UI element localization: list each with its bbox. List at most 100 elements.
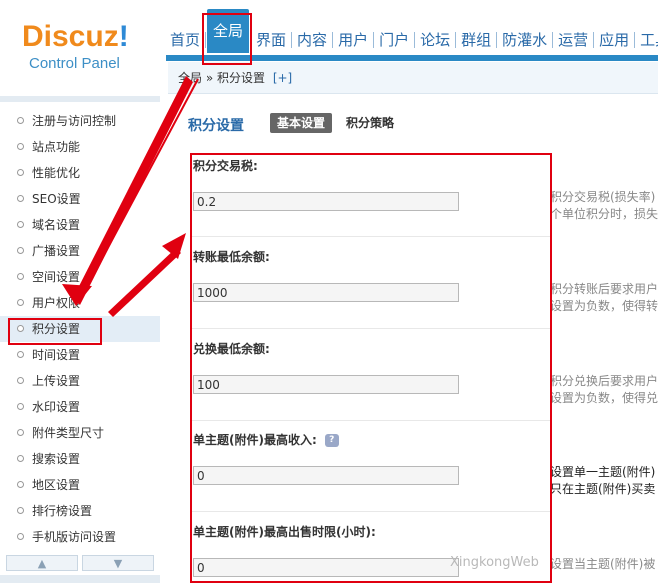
sidebar-item-label: 时间设置 — [32, 348, 81, 362]
sidebar-item[interactable]: 注册与访问控制 — [0, 108, 160, 134]
bullet-icon — [17, 533, 24, 540]
bullet-icon — [17, 481, 24, 488]
logo-subtitle: Control Panel — [29, 55, 120, 72]
header: Discuz! Control Panel 首页 全局 界面 内容 用户 门户 论坛 群组 防灌… — [0, 0, 658, 72]
sidebar-item[interactable]: 手机版访问设置 — [0, 524, 160, 550]
bullet-icon — [17, 507, 24, 514]
sidebar-item-label: 性能优化 — [32, 166, 81, 180]
description-line: 设置为负数，使得兑 — [550, 391, 658, 405]
sidebar-item-label: SEO设置 — [32, 192, 81, 206]
logo-brand: Discuz — [22, 20, 119, 53]
nav-item[interactable]: 群组 — [457, 27, 495, 53]
sidebar-item-label: 水印设置 — [32, 400, 81, 414]
breadcrumb: 全局 » 积分设置 [+] — [168, 62, 658, 94]
sidebar-item-label: 地区设置 — [32, 478, 81, 492]
bullet-icon — [17, 455, 24, 462]
description-line: 积分转账后要求用户 — [550, 282, 658, 296]
sidebar-item[interactable]: 时间设置 — [0, 342, 160, 368]
bullet-icon — [17, 143, 24, 150]
tab-basic-settings[interactable]: 基本设置 — [270, 113, 333, 133]
description-line: 只在主题(附件)买卖 — [550, 482, 656, 496]
sidebar-item[interactable]: 性能优化 — [0, 160, 160, 186]
bullet-icon — [17, 117, 24, 124]
add-shortcut-link[interactable]: [+] — [273, 71, 292, 85]
sidebar-item[interactable]: 站点功能 — [0, 134, 160, 160]
section-title: 积分设置 — [188, 118, 244, 134]
sidebar-item[interactable]: 搜索设置 — [0, 446, 160, 472]
nav-separator — [634, 32, 636, 48]
nav-separator — [455, 32, 457, 48]
nav-item[interactable]: 界面 — [252, 27, 290, 53]
nav-item[interactable]: 工具 — [636, 27, 658, 53]
annotation-box-credit-settings — [8, 318, 102, 345]
bullet-icon — [17, 169, 24, 176]
sidebar-scroll-controls: ▲ ▼ — [6, 555, 154, 573]
sidebar-item-label: 搜索设置 — [32, 452, 81, 466]
nav-item[interactable]: 门户 — [375, 27, 413, 53]
field-description: 积分兑换后要求用户 设置为负数，使得兑 — [550, 373, 658, 407]
nav-separator — [291, 32, 293, 48]
description-line: 设置单一主题(附件) — [550, 465, 656, 479]
field-description: 积分转账后要求用户 设置为负数，使得转 — [550, 281, 658, 315]
description-line: 设置为负数，使得转 — [550, 299, 658, 313]
sidebar-item-label: 注册与访问控制 — [32, 114, 117, 128]
tab-credit-strategy[interactable]: 积分策略 — [346, 113, 394, 133]
sidebar-item-label: 上传设置 — [32, 374, 81, 388]
sidebar-item-label: 空间设置 — [32, 270, 81, 284]
nav-item[interactable]: 运营 — [554, 27, 592, 53]
sidebar-item[interactable]: 广播设置 — [0, 238, 160, 264]
bullet-icon — [17, 221, 24, 228]
sidebar-item-label: 站点功能 — [32, 140, 81, 154]
bullet-icon — [17, 195, 24, 202]
sidebar-top-bar — [0, 96, 160, 102]
description-line: 个单位积分时，损失 — [550, 207, 658, 221]
annotation-box-global-tab — [202, 13, 252, 65]
scroll-down-button[interactable]: ▼ — [82, 555, 154, 571]
field-description: 积分交易税(损失率) 个单位积分时，损失 — [550, 189, 658, 223]
bullet-icon — [17, 299, 24, 306]
nav-item[interactable]: 防灌水 — [498, 27, 551, 53]
sidebar-item[interactable]: 地区设置 — [0, 472, 160, 498]
discuz-logo[interactable]: Discuz! Control Panel — [22, 20, 162, 73]
sidebar-item-label: 广播设置 — [32, 244, 81, 258]
sidebar-item[interactable]: 排行榜设置 — [0, 498, 160, 524]
nav-item[interactable]: 论坛 — [416, 27, 454, 53]
field-description: 设置单一主题(附件) 只在主题(附件)买卖 — [550, 464, 655, 498]
sidebar-item[interactable]: 空间设置 — [0, 264, 160, 290]
nav-item[interactable]: 首页 — [166, 27, 204, 53]
bullet-icon — [17, 351, 24, 358]
sidebar-item[interactable]: SEO设置 — [0, 186, 160, 212]
bullet-icon — [17, 247, 24, 254]
bullet-icon — [17, 429, 24, 436]
nav-separator — [593, 32, 595, 48]
sidebar-item-label: 用户权限 — [32, 296, 81, 310]
nav-item[interactable]: 应用 — [595, 27, 633, 53]
sidebar-item[interactable]: 上传设置 — [0, 368, 160, 394]
sidebar-item-label: 排行榜设置 — [32, 504, 93, 518]
description-line: 积分兑换后要求用户 — [550, 374, 658, 388]
sidebar-item[interactable]: 域名设置 — [0, 212, 160, 238]
arrow-up-icon: ▲ — [37, 556, 47, 570]
field-description: 设置当主题(附件)被 — [550, 556, 655, 573]
sidebar-item[interactable]: 用户权限 — [0, 290, 160, 316]
sidebar-bottom-bar — [0, 575, 160, 583]
bullet-icon — [17, 403, 24, 410]
arrow-down-icon: ▼ — [113, 556, 123, 570]
logo-exclamation: ! — [118, 20, 129, 53]
sidebar-item-label: 域名设置 — [32, 218, 81, 232]
nav-item[interactable]: 用户 — [334, 27, 372, 53]
sidebar-item[interactable]: 水印设置 — [0, 394, 160, 420]
annotation-box-form — [190, 153, 552, 583]
breadcrumb-text: 全局 » 积分设置 — [178, 71, 265, 85]
sidebar-item[interactable]: 附件类型尺寸 — [0, 420, 160, 446]
nav-separator — [332, 32, 334, 48]
nav-separator — [414, 32, 416, 48]
description-line: 积分交易税(损失率) — [550, 190, 656, 204]
sidebar-item-label: 附件类型尺寸 — [32, 426, 105, 440]
nav-separator — [496, 32, 498, 48]
scroll-up-button[interactable]: ▲ — [6, 555, 78, 571]
nav-item[interactable]: 内容 — [293, 27, 331, 53]
bullet-icon — [17, 273, 24, 280]
sidebar-item-label: 手机版访问设置 — [32, 530, 117, 544]
description-line: 设置当主题(附件)被 — [550, 557, 656, 571]
